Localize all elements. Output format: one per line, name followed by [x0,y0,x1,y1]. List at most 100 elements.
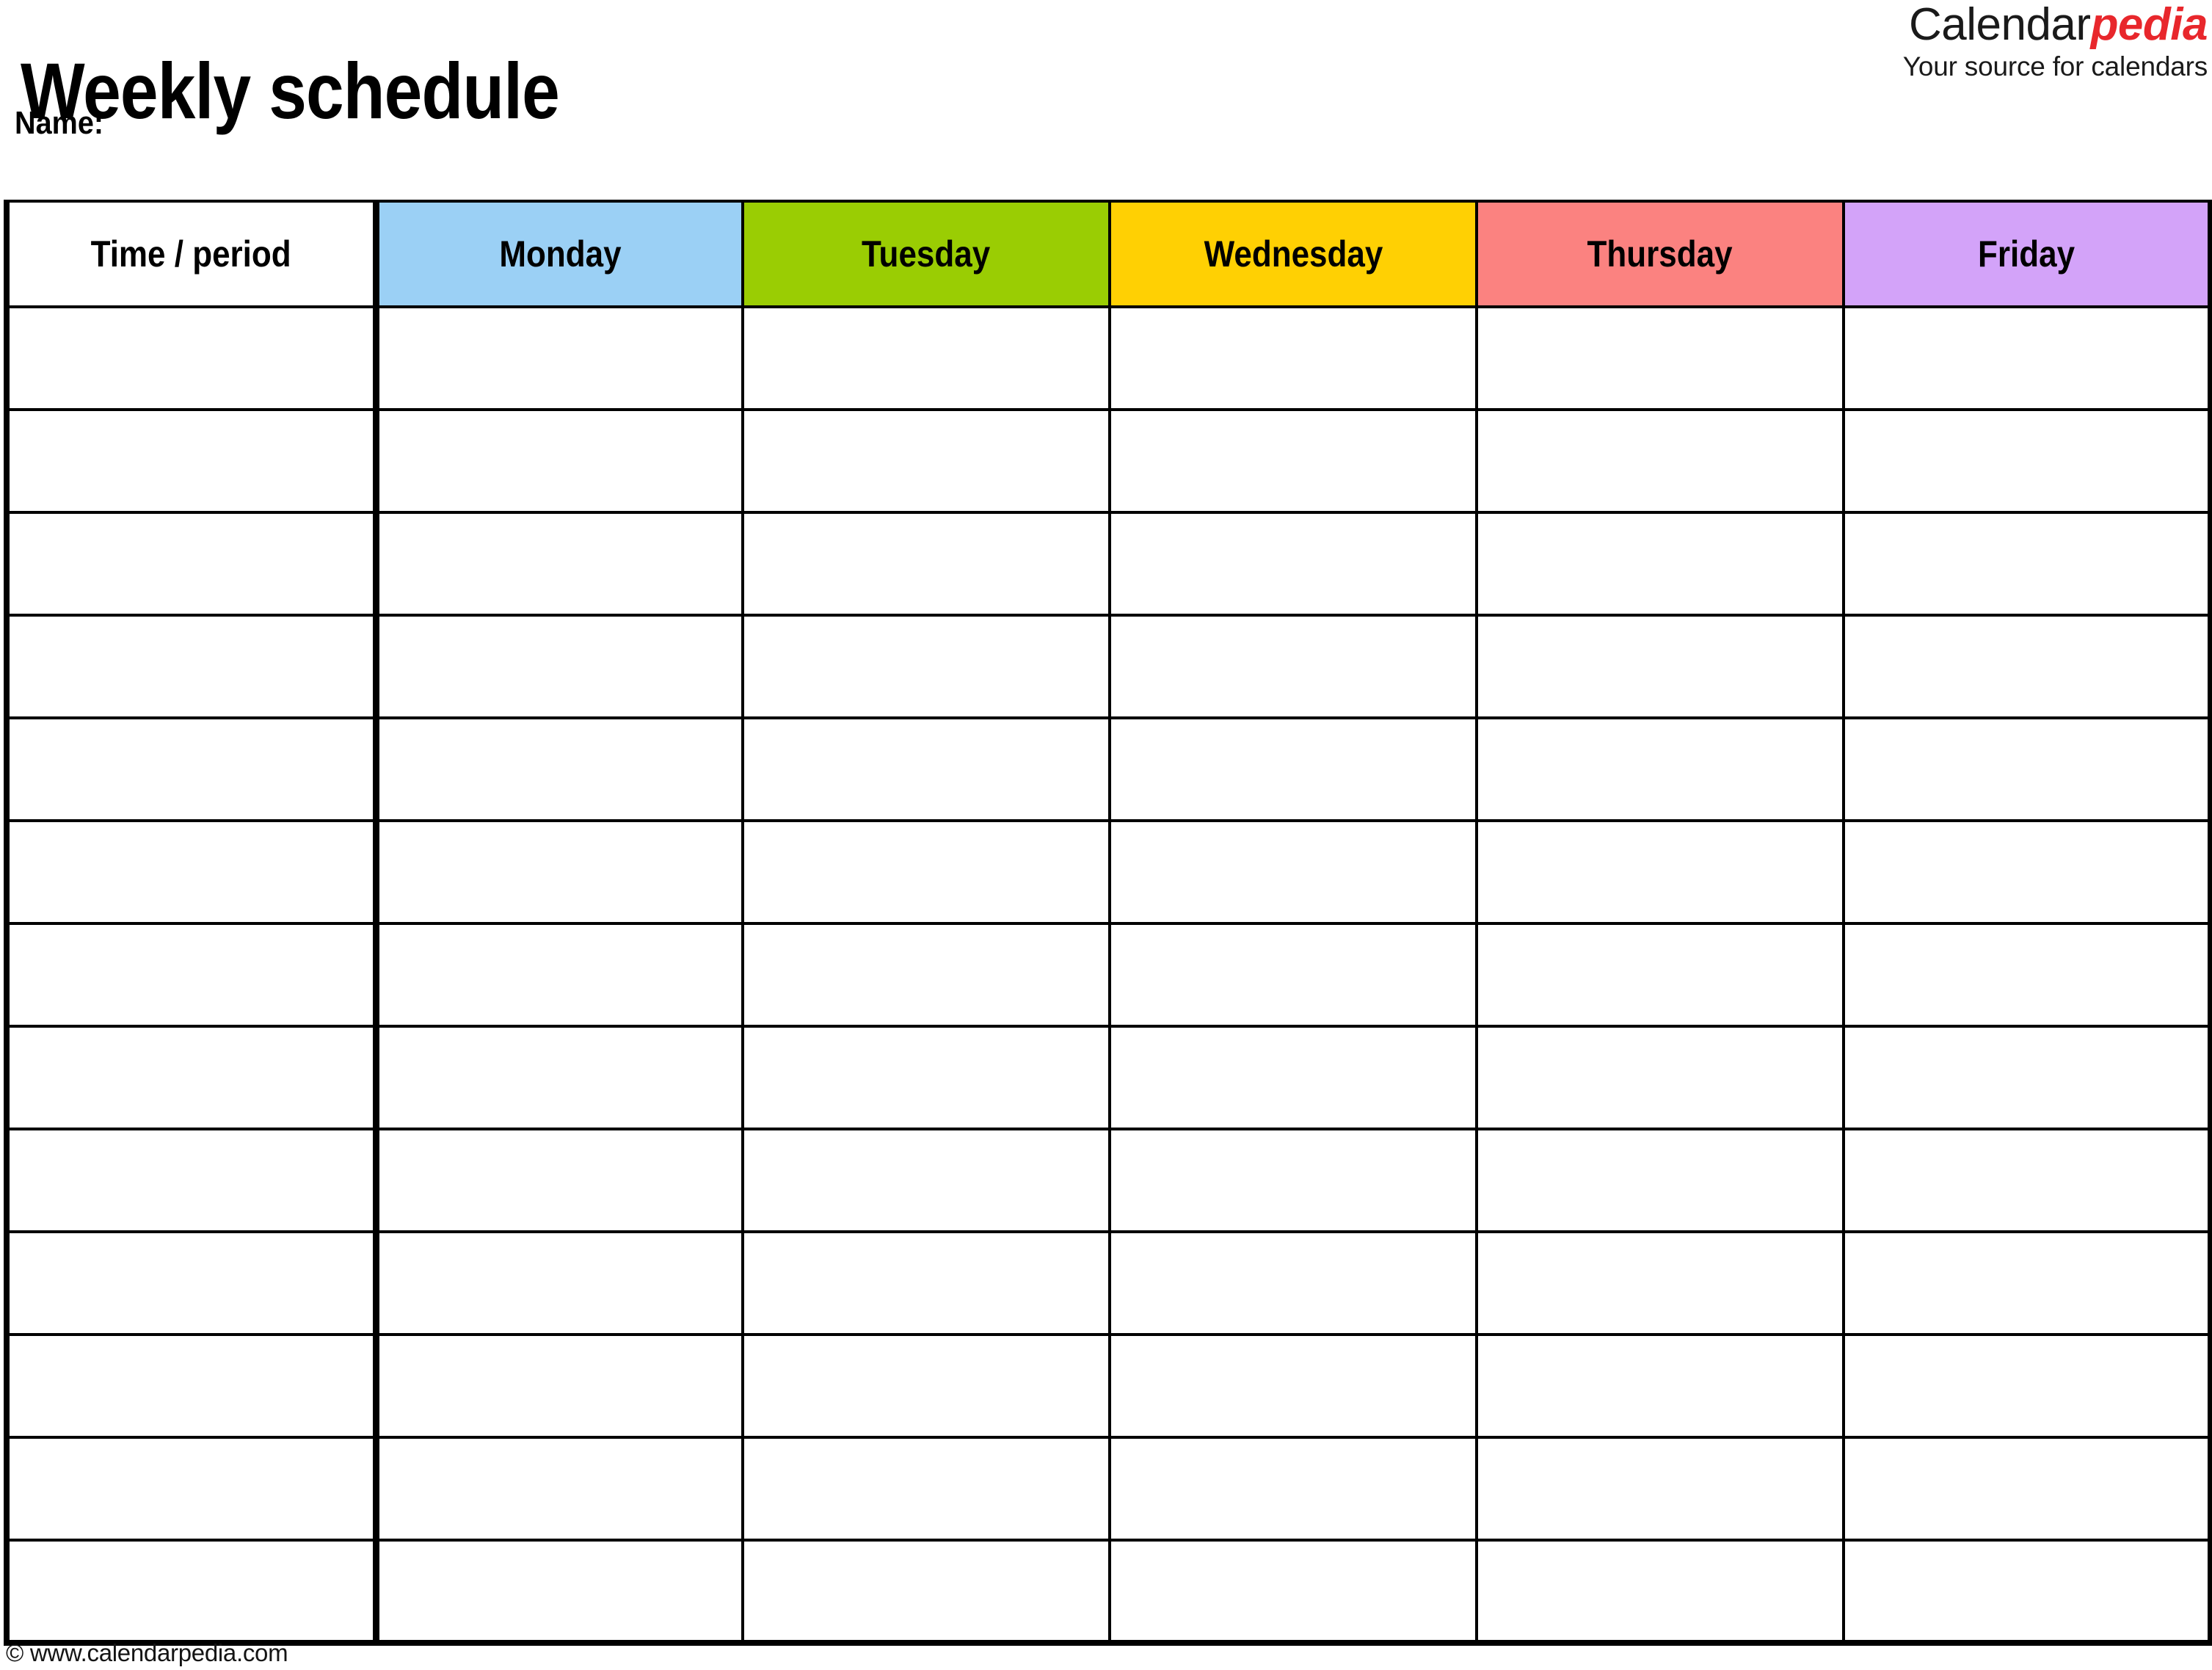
cell-wednesday[interactable] [1108,511,1478,617]
cell-tuesday[interactable] [741,614,1111,719]
cell-wednesday[interactable] [1108,408,1478,514]
cell-wednesday[interactable] [1108,1025,1478,1130]
cell-tuesday[interactable] [741,305,1111,411]
table-row [4,922,2212,1028]
cell-monday[interactable] [374,1230,744,1336]
brand-wordmark: Calendarpedia [1903,1,2208,48]
cell-time[interactable] [4,408,379,514]
cell-time[interactable] [4,1333,379,1439]
cell-friday[interactable] [1842,1230,2212,1336]
cell-time[interactable] [4,716,379,822]
cell-friday[interactable] [1842,1539,2212,1646]
cell-tuesday[interactable] [741,922,1111,1028]
cell-wednesday[interactable] [1108,819,1478,925]
cell-tuesday[interactable] [741,408,1111,514]
table-body [4,305,2212,1646]
column-header-label: Time / period [90,233,291,275]
cell-monday[interactable] [374,614,744,719]
cell-thursday[interactable] [1475,819,1845,925]
cell-friday[interactable] [1842,1436,2212,1542]
cell-thursday[interactable] [1475,716,1845,822]
cell-monday[interactable] [374,1333,744,1439]
cell-time[interactable] [4,922,379,1028]
cell-friday[interactable] [1842,1025,2212,1130]
cell-time[interactable] [4,305,379,411]
cell-tuesday[interactable] [741,1333,1111,1439]
cell-wednesday[interactable] [1108,1436,1478,1542]
brand-word-pedia: pedia [2090,0,2208,50]
cell-monday[interactable] [374,305,744,411]
cell-monday[interactable] [374,408,744,514]
table-row [4,1539,2212,1646]
cell-thursday[interactable] [1475,1230,1845,1336]
cell-wednesday[interactable] [1108,305,1478,411]
cell-time[interactable] [4,511,379,617]
table-row [4,1025,2212,1130]
cell-monday[interactable] [374,716,744,822]
cell-thursday[interactable] [1475,1128,1845,1233]
cell-wednesday[interactable] [1108,716,1478,822]
cell-wednesday[interactable] [1108,1230,1478,1336]
cell-monday[interactable] [374,922,744,1028]
cell-friday[interactable] [1842,716,2212,822]
cell-time[interactable] [4,1539,379,1646]
cell-friday[interactable] [1842,614,2212,719]
cell-tuesday[interactable] [741,716,1111,822]
table-row [4,1436,2212,1542]
cell-thursday[interactable] [1475,1539,1845,1646]
cell-tuesday[interactable] [741,1128,1111,1233]
cell-tuesday[interactable] [741,1539,1111,1646]
column-header-label: Monday [499,233,622,275]
cell-thursday[interactable] [1475,614,1845,719]
cell-time[interactable] [4,1436,379,1542]
cell-tuesday[interactable] [741,819,1111,925]
cell-tuesday[interactable] [741,1025,1111,1130]
cell-wednesday[interactable] [1108,614,1478,719]
cell-friday[interactable] [1842,305,2212,411]
cell-thursday[interactable] [1475,1025,1845,1130]
cell-time[interactable] [4,614,379,719]
sheet-header: Weekly schedule Name: Calendarpedia Your… [0,0,2212,198]
cell-tuesday[interactable] [741,1230,1111,1336]
cell-thursday[interactable] [1475,922,1845,1028]
cell-friday[interactable] [1842,511,2212,617]
calendarpedia-logo: Calendarpedia Your source for calendars [1903,1,2208,80]
cell-wednesday[interactable] [1108,1539,1478,1646]
table-head: Time / period Monday Tuesday Wednesday Thurs… [4,200,2212,308]
column-header-time: Time / period [4,200,379,308]
cell-time[interactable] [4,1128,379,1233]
cell-time[interactable] [4,1025,379,1130]
cell-thursday[interactable] [1475,1333,1845,1439]
cell-friday[interactable] [1842,1128,2212,1233]
cell-tuesday[interactable] [741,1436,1111,1542]
cell-friday[interactable] [1842,819,2212,925]
table-row [4,716,2212,822]
cell-wednesday[interactable] [1108,1333,1478,1439]
cell-time[interactable] [4,819,379,925]
cell-thursday[interactable] [1475,1436,1845,1542]
cell-monday[interactable] [374,1436,744,1542]
cell-wednesday[interactable] [1108,922,1478,1028]
cell-friday[interactable] [1842,922,2212,1028]
table-row [4,819,2212,925]
column-header-label: Friday [1977,233,2075,275]
table-row [4,1128,2212,1233]
cell-monday[interactable] [374,1025,744,1130]
column-header-monday: Monday [374,200,744,308]
cell-time[interactable] [4,1230,379,1336]
cell-tuesday[interactable] [741,511,1111,617]
cell-monday[interactable] [374,1539,744,1646]
column-header-tuesday: Tuesday [741,200,1111,308]
cell-thursday[interactable] [1475,305,1845,411]
cell-wednesday[interactable] [1108,1128,1478,1233]
cell-thursday[interactable] [1475,511,1845,617]
weekly-schedule-table: Time / period Monday Tuesday Wednesday Thurs… [4,200,2212,1646]
table-row [4,511,2212,617]
cell-monday[interactable] [374,1128,744,1233]
cell-monday[interactable] [374,511,744,617]
cell-friday[interactable] [1842,1333,2212,1439]
cell-friday[interactable] [1842,408,2212,514]
cell-thursday[interactable] [1475,408,1845,514]
cell-monday[interactable] [374,819,744,925]
brand-tagline: Your source for calendars [1902,51,2208,82]
